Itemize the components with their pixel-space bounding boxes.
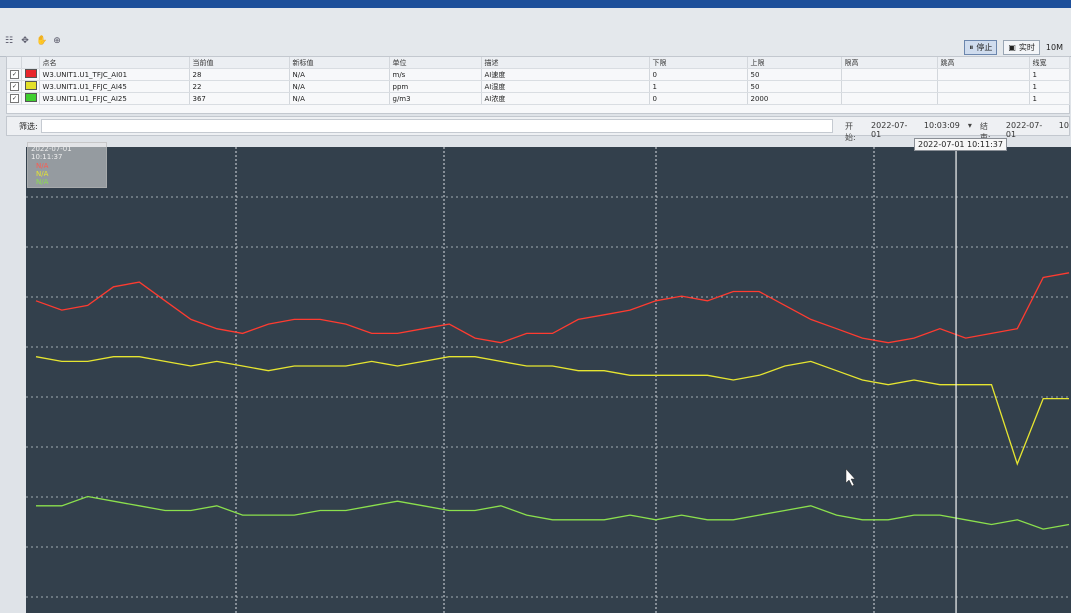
header-check [7,57,22,69]
pause-icon: ⏸ [969,43,974,52]
cell-name: W3.UNIT1.U1_FFJC_AI25 [39,92,190,105]
cell-limit-high [841,68,938,81]
header-unit[interactable]: 单位 [389,57,482,69]
table-row[interactable]: ✓ W3.UNIT1.U1_TFJC_AI01 28 N/A m/s AI速度 … [7,68,1070,81]
cell-low: 1 [649,80,748,93]
cell-unit: g/m3 [389,92,482,105]
table-row[interactable]: ✓ W3.UNIT1.U1_FFJC_AI45 22 N/A ppm AI湿度 … [7,80,1070,93]
realtime-icon: ▣ [1008,43,1016,52]
cell-width: 1 [1029,68,1070,81]
filter-input[interactable] [41,119,833,133]
end-time-field[interactable]: 10 [1059,121,1069,143]
filter-bar: 筛选: 开始: 2022-07-01 10:03:09 ▾ 结束: 2022-0… [6,116,1070,142]
cell-current: 28 [189,68,290,81]
start-label: 开始: [845,122,856,142]
toolbar-right: ⏸ 停止 ▣ 实时 10M [964,40,1063,55]
cell-current: 22 [189,80,290,93]
cell-jump [937,80,1030,93]
legend-entry-green: N/A [36,178,49,186]
legend-entry-yellow: N/A [36,170,49,178]
cell-width: 1 [1029,92,1070,105]
zoom-icon[interactable]: ⊕ [52,36,62,46]
pause-button[interactable]: ⏸ 停止 [964,40,998,55]
header-new[interactable]: 新标值 [289,57,390,69]
toolbar: ☷ ✥ ✋ ⊕ ⏸ 停止 ▣ 实时 10M [0,8,1071,57]
cell-name: W3.UNIT1.U1_FFJC_AI45 [39,80,190,93]
cell-jump [937,92,1030,105]
cell-width: 1 [1029,80,1070,93]
cell-new: N/A [289,68,390,81]
header-jump[interactable]: 跳高 [937,57,1030,69]
header-name[interactable]: 点名 [39,57,190,69]
cell-low: 0 [649,92,748,105]
interval-label[interactable]: 10M [1046,43,1063,52]
header-high[interactable]: 上限 [747,57,842,69]
table-row[interactable]: ✓ W3.UNIT1.U1_FFJC_AI25 367 N/A g/m3 AI浓… [7,92,1070,105]
move-icon[interactable]: ✥ [20,36,30,46]
window-title-bar [0,0,1071,8]
list-icon[interactable]: ☷ [4,36,14,46]
cell-limit-high [841,80,938,93]
header-current[interactable]: 当前值 [189,57,290,69]
cell-limit-high [841,92,938,105]
realtime-label: 实时 [1018,43,1035,52]
end-date-field[interactable]: 2022-07-01 [1006,121,1051,143]
row-checkbox[interactable]: ✓ [10,70,19,79]
header-desc[interactable]: 描述 [481,57,650,69]
color-swatch[interactable] [24,69,37,78]
cell-new: N/A [289,92,390,105]
start-date-field[interactable]: 2022-07-01 [871,121,916,143]
hand-icon[interactable]: ✋ [36,36,47,46]
color-swatch[interactable] [24,93,37,102]
table-header-row: 点名 当前值 新标值 单位 描述 下限 上限 限高 跳高 线宽 [7,57,1070,69]
cell-desc: AI速度 [481,68,650,81]
cell-desc: AI湿度 [481,80,650,93]
header-low[interactable]: 下限 [649,57,748,69]
trend-chart[interactable] [26,147,1071,613]
row-checkbox[interactable]: ✓ [10,94,19,103]
cell-high: 50 [747,80,842,93]
cursor-time-label: 2022-07-01 10:11:37 [914,138,1007,151]
cell-unit: m/s [389,68,482,81]
legend-entry-red: N/A [36,162,49,170]
chart-legend: 2022-07-01 10:11:37 N/A N/A N/A [27,142,107,188]
pause-label: 停止 [976,43,993,52]
cell-current: 367 [189,92,290,105]
cell-new: N/A [289,80,390,93]
points-table: 点名 当前值 新标值 单位 描述 下限 上限 限高 跳高 线宽 ✓ W3.UNI… [6,56,1070,114]
header-limit-high[interactable]: 限高 [841,57,938,69]
realtime-button[interactable]: ▣ 实时 [1003,40,1040,55]
cell-high: 2000 [747,92,842,105]
cell-high: 50 [747,68,842,81]
header-width[interactable]: 线宽 [1029,57,1070,69]
filter-label: 筛选: [19,122,38,131]
cell-unit: ppm [389,80,482,93]
row-checkbox[interactable]: ✓ [10,82,19,91]
cell-name: W3.UNIT1.U1_TFJC_AI01 [39,68,190,81]
cell-low: 0 [649,68,748,81]
cell-jump [937,68,1030,81]
header-color [21,57,40,69]
cell-desc: AI浓度 [481,92,650,105]
legend-timestamp: 2022-07-01 10:11:37 [31,145,72,161]
tool-icon-group: ☷ ✥ ✋ ⊕ [4,36,62,46]
color-swatch[interactable] [24,81,37,90]
